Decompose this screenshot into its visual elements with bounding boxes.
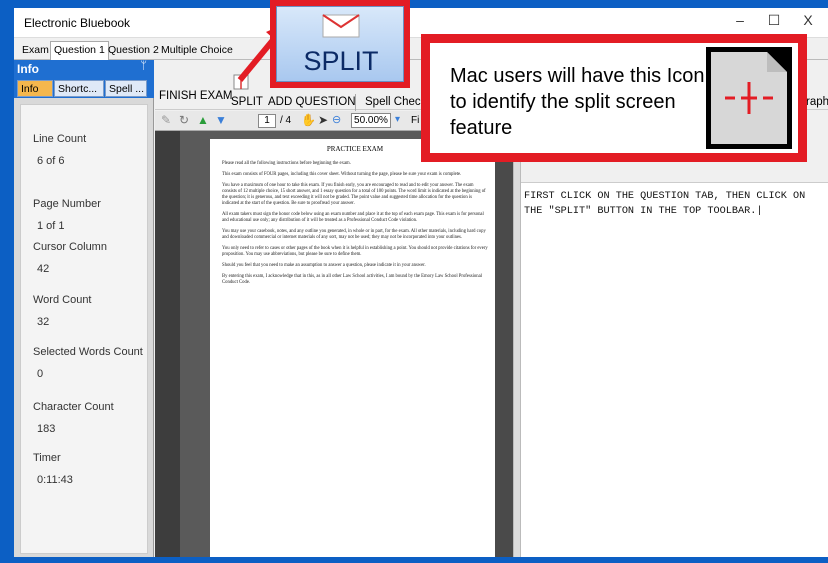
mac-split-icon-frame: [706, 47, 792, 149]
page-total: / 4: [280, 115, 292, 126]
minimize-button[interactable]: –: [728, 12, 752, 28]
hand-tool-icon[interactable]: ✋: [301, 113, 316, 127]
stat-value: 0: [37, 368, 44, 380]
stat-label: Cursor Column: [33, 241, 107, 253]
answer-editor[interactable]: FIRST CLICK ON THE QUESTION TAB, THEN CL…: [521, 111, 828, 557]
stat-label: Selected Words Count: [33, 346, 143, 358]
answer-text[interactable]: FIRST CLICK ON THE QUESTION TAB, THEN CL…: [524, 189, 824, 219]
doc-paragraph: By entering this exam, I acknowledge tha…: [222, 274, 482, 285]
split-callout-label: SPLIT: [303, 46, 379, 76]
mac-callout-body: Mac users will have this Icon to identif…: [430, 43, 798, 153]
split-button[interactable]: SPLIT: [231, 96, 263, 108]
stat-label: Page Number: [33, 198, 101, 210]
spell-check-button[interactable]: Spell Check: [365, 96, 426, 108]
mac-split-document-icon: [711, 52, 787, 144]
mac-callout-message: Mac users will have this Icon to identif…: [450, 65, 705, 139]
zoom-dropdown-icon[interactable]: ▾: [395, 114, 400, 125]
stat-word-count: Word Count 32: [33, 294, 92, 328]
page-up-icon[interactable]: ▲: [197, 113, 209, 127]
info-panel-tabs: Info Shortc... Spell ...: [14, 78, 154, 98]
stat-page-number: Page Number 1 of 1: [33, 198, 101, 232]
info-panel: Info ᛘ Info Shortc... Spell ... Line Cou…: [14, 60, 154, 557]
split-divider-handle[interactable]: [513, 111, 521, 557]
pencil-icon[interactable]: ✎: [161, 113, 171, 127]
stat-value: 0:11:43: [37, 474, 73, 486]
page-down-icon[interactable]: ▼: [215, 113, 227, 127]
doc-paragraph: You only need to refer to cases or other…: [222, 246, 488, 257]
tab-question-2[interactable]: Question 2: [104, 41, 163, 60]
doc-paragraph: You may use your casebook, notes, and an…: [222, 229, 486, 240]
mac-info-callout: Mac users will have this Icon to identif…: [421, 34, 807, 162]
zoom-select[interactable]: 50.00%: [351, 113, 391, 128]
split-envelope-icon: [322, 14, 360, 38]
pdf-scrollbar[interactable]: [495, 131, 513, 557]
split-callout: SPLIT: [270, 0, 410, 88]
maximize-button[interactable]: ☐: [762, 12, 786, 29]
stat-value: 1 of 1: [37, 220, 65, 232]
finish-exam-button[interactable]: FINISH EXAM: [159, 90, 232, 102]
doc-paragraph: You have a maximum of one hour to take t…: [222, 183, 486, 206]
stat-value: 183: [37, 423, 56, 435]
stat-value: 6 of 6: [37, 155, 65, 167]
tab-spell[interactable]: Spell ...: [105, 80, 147, 97]
info-panel-title: Info: [17, 62, 39, 76]
toolbar-divider: [355, 94, 356, 112]
find-field[interactable]: Fi: [411, 115, 419, 126]
tab-question-1[interactable]: Question 1: [50, 41, 109, 60]
paragraph-button[interactable]: raph: [806, 96, 828, 108]
rotate-icon[interactable]: ↻: [179, 113, 189, 127]
stat-label: Word Count: [33, 294, 92, 306]
select-tool-icon[interactable]: ➤: [318, 113, 328, 127]
pdf-page: PRACTICE EXAM Please read all the follow…: [210, 139, 500, 557]
stat-label: Timer: [33, 452, 61, 464]
close-button[interactable]: X: [796, 12, 820, 28]
info-stats: Line Count 6 of 6 Page Number 1 of 1 Cur…: [20, 104, 148, 554]
stat-label: Line Count: [33, 133, 87, 145]
stat-value: 42: [37, 263, 50, 275]
pdf-viewer: ✎ ↻ ▲ ▼ 1 / 4 ✋ ➤ ⊖ 50.00% ▾ Fi PRACTICE…: [155, 111, 513, 557]
stat-cursor-column: Cursor Column 42: [33, 241, 107, 275]
stat-timer: Timer 0:11:43: [33, 452, 73, 486]
doc-paragraph: All exam takers must sign the honor code…: [222, 212, 484, 223]
tab-multiple-choice[interactable]: Multiple Choice: [157, 41, 237, 60]
doc-paragraph: This exam consists of FOUR pages, includ…: [222, 172, 462, 177]
info-panel-header: Info: [14, 60, 154, 78]
tab-info[interactable]: Info: [17, 80, 53, 97]
stat-line-count: Line Count 6 of 6: [33, 133, 86, 167]
page-number-input[interactable]: 1: [258, 114, 276, 128]
split-button-zoom: SPLIT: [276, 6, 404, 82]
add-question-button[interactable]: ADD QUESTION: [268, 96, 356, 108]
zoom-out-icon[interactable]: ⊖: [332, 113, 341, 126]
tab-shortcuts[interactable]: Shortc...: [54, 80, 104, 97]
pdf-thumbnail-strip[interactable]: [155, 131, 180, 557]
stat-value: 32: [37, 316, 50, 328]
pin-icon[interactable]: ᛘ: [140, 60, 147, 72]
stat-selected-words: Selected Words Count 0: [33, 346, 143, 380]
window-title: Electronic Bluebook: [24, 16, 131, 30]
doc-paragraph: Should you feel that you need to make an…: [222, 263, 426, 268]
tab-exam[interactable]: Exam: [18, 41, 53, 60]
stat-label: Character Count: [33, 401, 114, 413]
stat-character-count: Character Count 183: [33, 401, 114, 435]
